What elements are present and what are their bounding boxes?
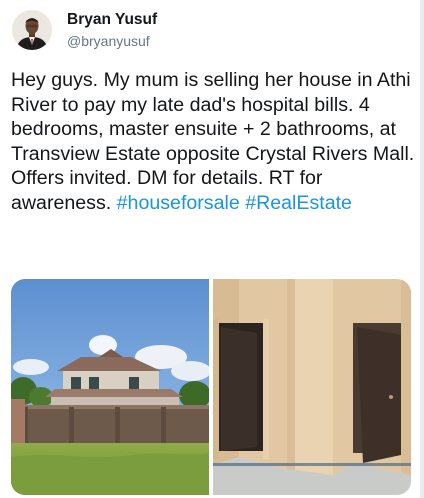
- hashtag-realestate[interactable]: #RealEstate: [245, 192, 352, 214]
- author-display-name[interactable]: Bryan Yusuf: [67, 11, 157, 29]
- timeline-divider: [420, 0, 424, 498]
- tweet-text: Hey guys. My mum is selling her house in…: [11, 68, 416, 215]
- author-handle[interactable]: @bryanyusuf: [67, 33, 150, 49]
- tweet-card[interactable]: Bryan Yusuf @bryanyusuf Hey guys. My mum…: [0, 0, 424, 498]
- media-grid: [11, 279, 411, 495]
- hashtag-houseforsale[interactable]: #houseforsale: [117, 192, 240, 214]
- photo-house-exterior[interactable]: [11, 279, 209, 495]
- photo-house-interior[interactable]: [213, 279, 411, 495]
- avatar[interactable]: [12, 10, 52, 50]
